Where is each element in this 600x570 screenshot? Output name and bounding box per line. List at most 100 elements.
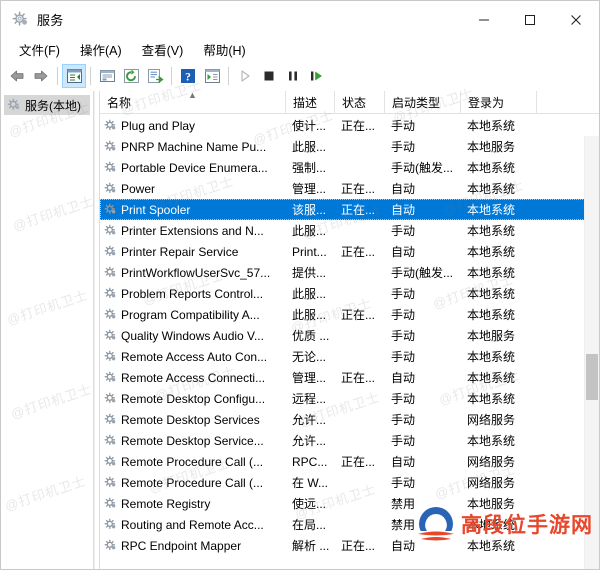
menu-view[interactable]: 查看(V): [132, 38, 194, 62]
export-list-icon[interactable]: [143, 64, 167, 88]
desc-cell: 优质 ...: [292, 329, 330, 343]
start-cell: 自动: [391, 245, 416, 259]
start-cell: 手动(触发...: [391, 161, 453, 175]
service-name-label: Remote Access Auto Con...: [121, 349, 268, 364]
toolbar-separator: [90, 67, 91, 85]
table-row[interactable]: RPC Endpoint Mapper 解析 ... 正在... 自动 本地系统: [100, 535, 599, 556]
table-row[interactable]: Remote Desktop Service... 允许... 手动 本地系统: [100, 430, 599, 451]
refresh-icon[interactable]: [119, 64, 143, 88]
maximize-button[interactable]: [507, 1, 553, 38]
logon-cell: 网络服务: [467, 413, 516, 427]
scrollbar-thumb[interactable]: [586, 354, 598, 400]
logon-cell: 本地服务: [467, 329, 516, 343]
column-header-startup-type[interactable]: 启动类型: [384, 91, 460, 113]
column-header-description[interactable]: 描述: [285, 91, 334, 113]
state-cell: 正在...: [341, 371, 376, 385]
back-arrow-icon[interactable]: [5, 64, 29, 88]
service-name-cell: Printer Extensions and N...: [100, 224, 285, 238]
table-row[interactable]: Remote Registry 使远... 禁用 本地服务: [100, 493, 599, 514]
desc-cell: 管理...: [292, 371, 327, 385]
stop-service-icon[interactable]: [257, 64, 281, 88]
table-row[interactable]: Power 管理... 正在... 自动 本地系统: [100, 178, 599, 199]
properties-icon[interactable]: [95, 64, 119, 88]
gear-icon: [104, 434, 117, 447]
column-header-log-on-as[interactable]: 登录为: [460, 91, 536, 113]
logon-cell: 本地系统: [467, 119, 516, 133]
start-cell: 禁用: [391, 518, 416, 532]
service-name-label: Remote Procedure Call (...: [121, 454, 264, 469]
list-column-headers: 名称 ▲ 描述 状态 启动类型 登录为: [100, 91, 599, 114]
console-tree-pane: 服务(本地): [1, 91, 94, 569]
gear-icon: [104, 161, 117, 174]
column-header-name[interactable]: 名称 ▲: [100, 91, 285, 113]
main-content: 服务(本地) 名称 ▲ 描述 状态 启动类型 登录为 Plug and Play…: [1, 77, 599, 569]
start-cell: 手动: [391, 140, 416, 154]
gear-icon: [104, 224, 117, 237]
gear-icon: [104, 287, 117, 300]
help-icon[interactable]: ?: [176, 64, 200, 88]
toolbar: ?: [1, 62, 599, 90]
title-bar: 服务: [1, 1, 599, 38]
gear-icon: [104, 329, 117, 342]
table-row[interactable]: Remote Access Auto Con... 无论... 手动 本地系统: [100, 346, 599, 367]
table-row[interactable]: Plug and Play 使计... 正在... 手动 本地系统: [100, 115, 599, 136]
table-row[interactable]: PrintWorkflowUserSvc_57... 提供... 手动(触发... 本…: [100, 262, 599, 283]
gear-icon: [11, 11, 29, 29]
table-row[interactable]: Remote Procedure Call (... RPC... 正在... 自动 网…: [100, 451, 599, 472]
vertical-scrollbar[interactable]: [584, 136, 599, 569]
gear-icon: [104, 518, 117, 531]
table-row[interactable]: Remote Desktop Services 允许... 手动 网络服务: [100, 409, 599, 430]
state-cell: 正在...: [341, 308, 376, 322]
service-name-cell: Print Spooler: [100, 203, 285, 217]
toolbar-separator: [171, 67, 172, 85]
service-name-cell: Quality Windows Audio V...: [100, 329, 285, 343]
gear-icon: [104, 119, 117, 132]
close-button[interactable]: [553, 1, 599, 38]
service-name-label: Power: [121, 181, 156, 196]
service-name-label: Quality Windows Audio V...: [121, 328, 264, 343]
forward-arrow-icon[interactable]: [29, 64, 53, 88]
menu-help[interactable]: 帮助(H): [193, 38, 255, 62]
start-cell: 自动: [391, 203, 416, 217]
services-rows-viewport: Plug and Play 使计... 正在... 手动 本地系统 PNRP Machin…: [100, 114, 599, 569]
logon-cell: 本地系统: [467, 350, 516, 364]
table-row[interactable]: Problem Reports Control... 此服... 手动 本地系统: [100, 283, 599, 304]
logon-cell: 本地系统: [467, 518, 516, 532]
gear-icon: [104, 350, 117, 363]
column-header-name-label: 名称: [107, 95, 132, 110]
service-name-label: Program Compatibility A...: [121, 307, 260, 322]
table-row[interactable]: Portable Device Enumera... 强制... 手动(触发... 本…: [100, 157, 599, 178]
menu-file[interactable]: 文件(F): [9, 38, 70, 62]
minimize-button[interactable]: [461, 1, 507, 38]
table-row[interactable]: Quality Windows Audio V... 优质 ... 手动 本地服务: [100, 325, 599, 346]
service-name-cell: Remote Access Auto Con...: [100, 350, 285, 364]
desc-cell: 此服...: [292, 140, 327, 154]
table-row[interactable]: Remote Desktop Configu... 远程... 手动 本地系统: [100, 388, 599, 409]
menu-action[interactable]: 操作(A): [70, 38, 132, 62]
pause-service-icon[interactable]: [281, 64, 305, 88]
desc-cell: 管理...: [292, 182, 327, 196]
gear-icon: [104, 266, 117, 279]
logon-cell: 本地系统: [467, 371, 516, 385]
start-cell: 手动: [391, 224, 416, 238]
desc-cell: 解析 ...: [292, 539, 330, 553]
table-row[interactable]: Remote Access Connecti... 管理... 正在... 自动 本地系…: [100, 367, 599, 388]
show-window-icon[interactable]: [200, 64, 224, 88]
table-row[interactable]: Routing and Remote Acc... 在局... 禁用 本地系统: [100, 514, 599, 535]
tree-item-services-local[interactable]: 服务(本地): [4, 95, 90, 115]
gear-icon: [104, 455, 117, 468]
table-row[interactable]: Printer Extensions and N... 此服... 手动 本地系统: [100, 220, 599, 241]
gear-icon: [104, 245, 117, 258]
table-row[interactable]: Remote Procedure Call (... 在 W... 手动 网络服务: [100, 472, 599, 493]
show-hide-tree-icon[interactable]: [62, 64, 86, 88]
table-row[interactable]: Printer Repair Service Print... 正在... 自动 本地系…: [100, 241, 599, 262]
table-row[interactable]: Program Compatibility A... 此服... 正在... 手动 本地…: [100, 304, 599, 325]
service-name-cell: Printer Repair Service: [100, 245, 285, 259]
gear-icon: [104, 497, 117, 510]
column-header-status[interactable]: 状态: [334, 91, 384, 113]
table-row[interactable]: Print Spooler 该服... 正在... 自动 本地系统: [100, 199, 599, 220]
state-cell: 正在...: [341, 119, 376, 133]
restart-service-icon[interactable]: [305, 64, 329, 88]
table-row[interactable]: PNRP Machine Name Pu... 此服... 手动 本地服务: [100, 136, 599, 157]
desc-cell: 允许...: [292, 434, 327, 448]
